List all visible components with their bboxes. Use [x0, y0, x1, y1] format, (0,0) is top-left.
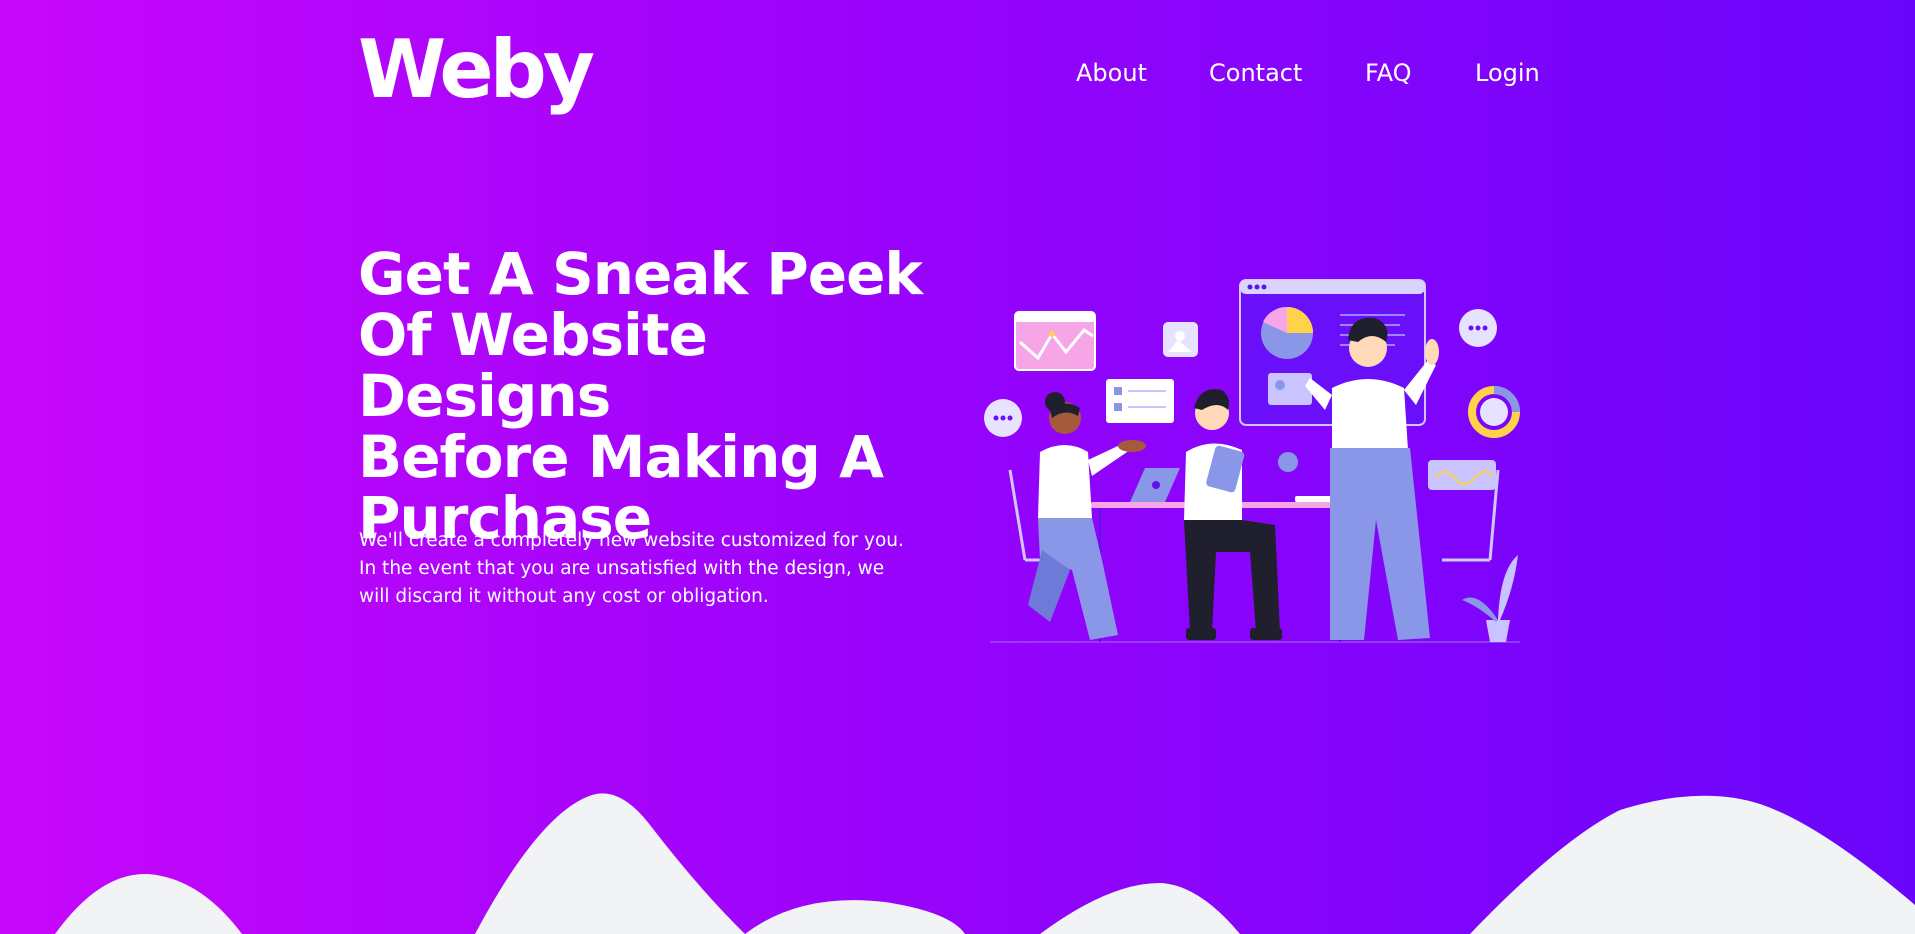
chat-bubble-icon — [1459, 309, 1497, 347]
person-man-seated — [1184, 389, 1298, 640]
logo[interactable]: Weby — [358, 30, 595, 110]
team-illustration — [984, 279, 1520, 643]
hero-description: We'll create a completely new website cu… — [359, 527, 919, 611]
wave-decoration — [0, 793, 1915, 934]
headline-line: Of Website Designs — [358, 301, 708, 430]
description-line: We'll create a completely new website cu… — [359, 530, 904, 551]
donut-chart-icon — [1468, 386, 1520, 438]
graph-card-icon — [1014, 311, 1096, 371]
nav-link-contact[interactable]: Contact — [1209, 59, 1302, 87]
nav-link-about[interactable]: About — [1076, 59, 1147, 87]
image-icon — [1163, 322, 1198, 357]
hero-headline: Get A Sneak Peek Of Website Designs Befo… — [358, 244, 958, 549]
plant-icon — [1462, 555, 1518, 642]
description-line: will discard it without any cost or obli… — [359, 586, 769, 607]
headline-line: Before Making A — [358, 423, 884, 491]
laptop-icon — [1130, 468, 1180, 502]
chat-bubble-icon — [984, 399, 1022, 437]
headline-line: Get A Sneak Peek — [358, 240, 923, 308]
wave-card-icon — [1428, 460, 1496, 490]
nav-link-faq[interactable]: FAQ — [1365, 59, 1412, 87]
checklist-icon — [1106, 379, 1174, 423]
person-woman — [1028, 392, 1146, 640]
pie-chart-icon — [1261, 306, 1313, 359]
nav-link-login[interactable]: Login — [1475, 59, 1540, 87]
description-line: In the event that you are unsatisfied wi… — [359, 558, 885, 579]
